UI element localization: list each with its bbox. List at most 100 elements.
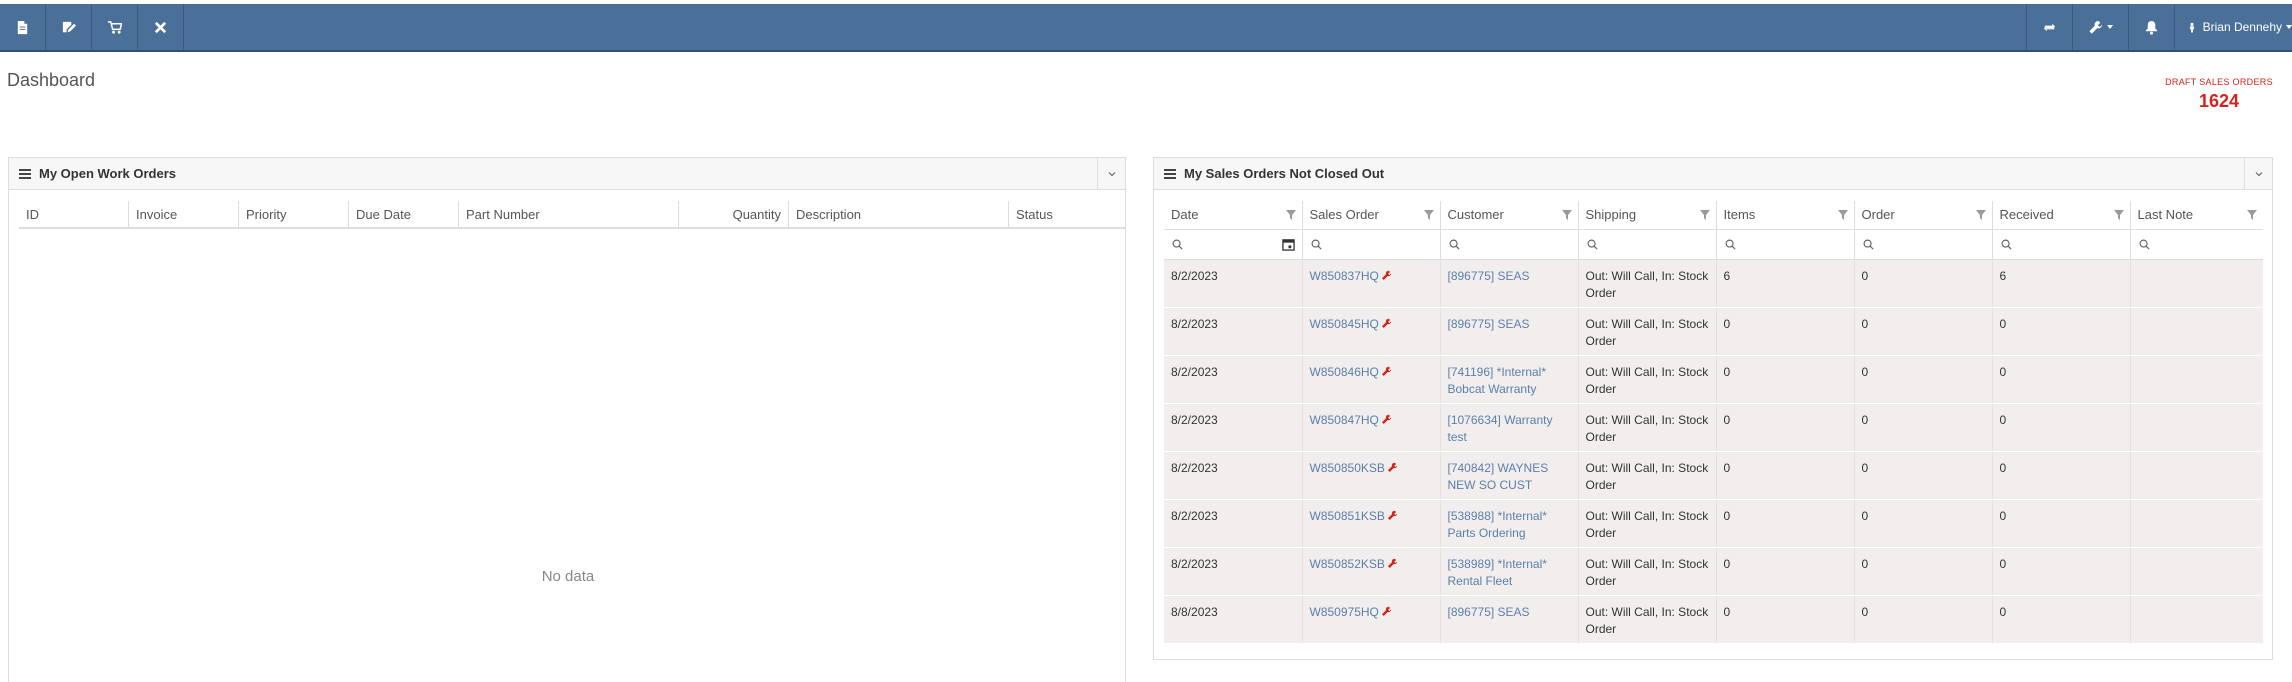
sales-order-cell: W850851KSB xyxy=(1302,499,1441,548)
edit-document-button[interactable] xyxy=(46,4,92,50)
sales-order-link[interactable]: W850851KSB xyxy=(1310,509,1385,523)
customer-link[interactable]: [538989] *Internal* Rental Fleet xyxy=(1448,557,1547,588)
top-navbar: Brian Dennehy xyxy=(0,4,2292,52)
wrench-icon[interactable] xyxy=(1387,557,1398,574)
wrench-icon[interactable] xyxy=(1387,509,1398,526)
work-orders-table: ID Invoice Priority Due Date Part Number… xyxy=(19,201,1126,229)
filter-icon[interactable] xyxy=(1837,210,1848,220)
sales-order-link[interactable]: W850845HQ xyxy=(1310,317,1379,331)
table-row[interactable]: 8/2/2023 W850847HQ [1076634] Warranty test… xyxy=(1164,403,2263,452)
column-header-label: Last Note xyxy=(2137,207,2194,223)
table-row[interactable]: 8/2/2023 W850846HQ [741196] *Internal* Bob… xyxy=(1164,355,2263,404)
customer-link[interactable]: [740842] WAYNES NEW SO CUST xyxy=(1448,461,1549,492)
filter-row xyxy=(1164,228,2263,260)
table-header: Date Sales Order Customer Shipping Items Orde… xyxy=(1164,201,2263,229)
column-header[interactable]: Sales Order xyxy=(1302,201,1441,229)
column-header[interactable]: Quantity xyxy=(679,201,789,227)
customer-link[interactable]: [741196] *Internal* Bobcat Warranty xyxy=(1448,365,1547,396)
wrench-icon[interactable] xyxy=(1381,269,1392,286)
sales-order-link[interactable]: W850975HQ xyxy=(1310,605,1379,619)
cart-button[interactable] xyxy=(92,4,138,50)
column-header[interactable]: ID xyxy=(19,201,129,227)
menu-icon[interactable] xyxy=(1164,168,1176,179)
notifications-button[interactable] xyxy=(2127,4,2174,50)
last-note-cell xyxy=(2130,403,2263,452)
wrench-icon[interactable] xyxy=(1381,605,1392,622)
column-filter-input[interactable] xyxy=(1302,228,1441,260)
sales-order-cell: W850847HQ xyxy=(1302,403,1441,452)
column-header[interactable]: Shipping xyxy=(1578,201,1717,229)
customer-link[interactable]: [896775] SEAS xyxy=(1448,605,1530,619)
column-header[interactable]: Received xyxy=(1992,201,2131,229)
sales-order-link[interactable]: W850850KSB xyxy=(1310,461,1385,475)
tools-button[interactable] xyxy=(138,4,184,50)
column-header[interactable]: Description xyxy=(789,201,1009,227)
table-row[interactable]: 8/2/2023 W850851KSB [538988] *Internal* Pa… xyxy=(1164,499,2263,548)
column-header[interactable]: Due Date xyxy=(349,201,459,227)
filter-icon[interactable] xyxy=(2113,210,2124,220)
filter-icon[interactable] xyxy=(1699,210,1710,220)
draft-sales-orders-widget[interactable]: DRAFT SALES ORDERS 1624 xyxy=(2164,77,2274,112)
table-row[interactable]: 8/2/2023 W850845HQ [896775] SEAS Out: Will … xyxy=(1164,307,2263,356)
table-row[interactable]: 8/2/2023 W850850KSB [740842] WAYNES NEW SO… xyxy=(1164,451,2263,500)
new-document-button[interactable] xyxy=(0,4,46,50)
column-header[interactable]: Items xyxy=(1716,201,1855,229)
filter-icon[interactable] xyxy=(1561,210,1572,220)
customer-link[interactable]: [538988] *Internal* Parts Ordering xyxy=(1448,509,1547,540)
user-menu[interactable]: Brian Dennehy xyxy=(2173,4,2292,50)
filter-icon[interactable] xyxy=(2247,210,2257,220)
search-icon xyxy=(2139,239,2150,250)
settings-dropdown[interactable] xyxy=(2071,4,2128,50)
last-note-cell xyxy=(2130,307,2263,356)
cell-text: Out: Will Call, In: Stock Order xyxy=(1585,508,1709,540)
search-icon xyxy=(1863,239,1874,250)
column-header[interactable]: Customer xyxy=(1440,201,1579,229)
table-row[interactable]: 8/2/2023 W850852KSB [538989] *Internal* Re… xyxy=(1164,547,2263,596)
table-row[interactable]: 8/8/2023 W850975HQ [896775] SEAS Out: Will … xyxy=(1164,595,2263,644)
cell-text: 0 xyxy=(1723,508,1731,523)
shipping-cell: Out: Will Call, In: Stock Order xyxy=(1578,403,1717,452)
customer-link[interactable]: [896775] SEAS xyxy=(1448,269,1530,283)
column-filter-input[interactable] xyxy=(1716,228,1855,260)
cell-text: 0 xyxy=(1861,316,1869,331)
collapse-button[interactable] xyxy=(2244,158,2272,190)
sales-order-link[interactable]: W850846HQ xyxy=(1310,365,1379,379)
table-row[interactable]: 8/2/2023 W850837HQ [896775] SEAS Out: Will … xyxy=(1164,259,2263,308)
sales-order-link[interactable]: W850837HQ xyxy=(1310,269,1379,283)
column-filter-input[interactable] xyxy=(2130,228,2263,260)
wrench-icon[interactable] xyxy=(1381,317,1392,334)
last-note-cell xyxy=(2130,595,2263,644)
switch-button[interactable] xyxy=(2025,4,2072,50)
calendar-icon[interactable] xyxy=(1281,238,1295,251)
filter-icon[interactable] xyxy=(1423,210,1434,220)
customer-cell: [740842] WAYNES NEW SO CUST xyxy=(1440,451,1579,500)
cell-text: Out: Will Call, In: Stock Order xyxy=(1585,412,1709,444)
filter-icon[interactable] xyxy=(1285,210,1296,220)
column-header[interactable]: Invoice xyxy=(129,201,239,227)
customer-link[interactable]: [896775] SEAS xyxy=(1448,317,1530,331)
column-header[interactable]: Status xyxy=(1009,201,1116,227)
wrench-icon[interactable] xyxy=(1381,413,1392,430)
filter-icon[interactable] xyxy=(1975,210,1986,220)
cell-text: 0 xyxy=(1999,460,2007,475)
column-header[interactable]: Priority xyxy=(239,201,349,227)
cell-text: 6 xyxy=(1999,268,2007,283)
column-filter-input[interactable] xyxy=(1992,228,2131,260)
column-filter-input[interactable] xyxy=(1164,228,1303,260)
customer-link[interactable]: [1076634] Warranty test xyxy=(1448,413,1553,444)
column-header[interactable]: Part Number xyxy=(459,201,679,227)
column-filter-input[interactable] xyxy=(1578,228,1717,260)
column-header[interactable]: Date xyxy=(1164,201,1303,229)
sales-order-cell: W850846HQ xyxy=(1302,355,1441,404)
sales-order-link[interactable]: W850847HQ xyxy=(1310,413,1379,427)
column-filter-input[interactable] xyxy=(1440,228,1579,260)
sales-order-link[interactable]: W850852KSB xyxy=(1310,557,1385,571)
menu-icon[interactable] xyxy=(19,168,31,179)
cell-text: 0 xyxy=(1861,604,1869,619)
column-header[interactable]: Order xyxy=(1854,201,1993,229)
column-header[interactable]: Last Note xyxy=(2130,201,2263,229)
collapse-button[interactable] xyxy=(1097,158,1125,190)
wrench-icon[interactable] xyxy=(1387,461,1398,478)
wrench-icon[interactable] xyxy=(1381,365,1392,382)
column-filter-input[interactable] xyxy=(1854,228,1993,260)
